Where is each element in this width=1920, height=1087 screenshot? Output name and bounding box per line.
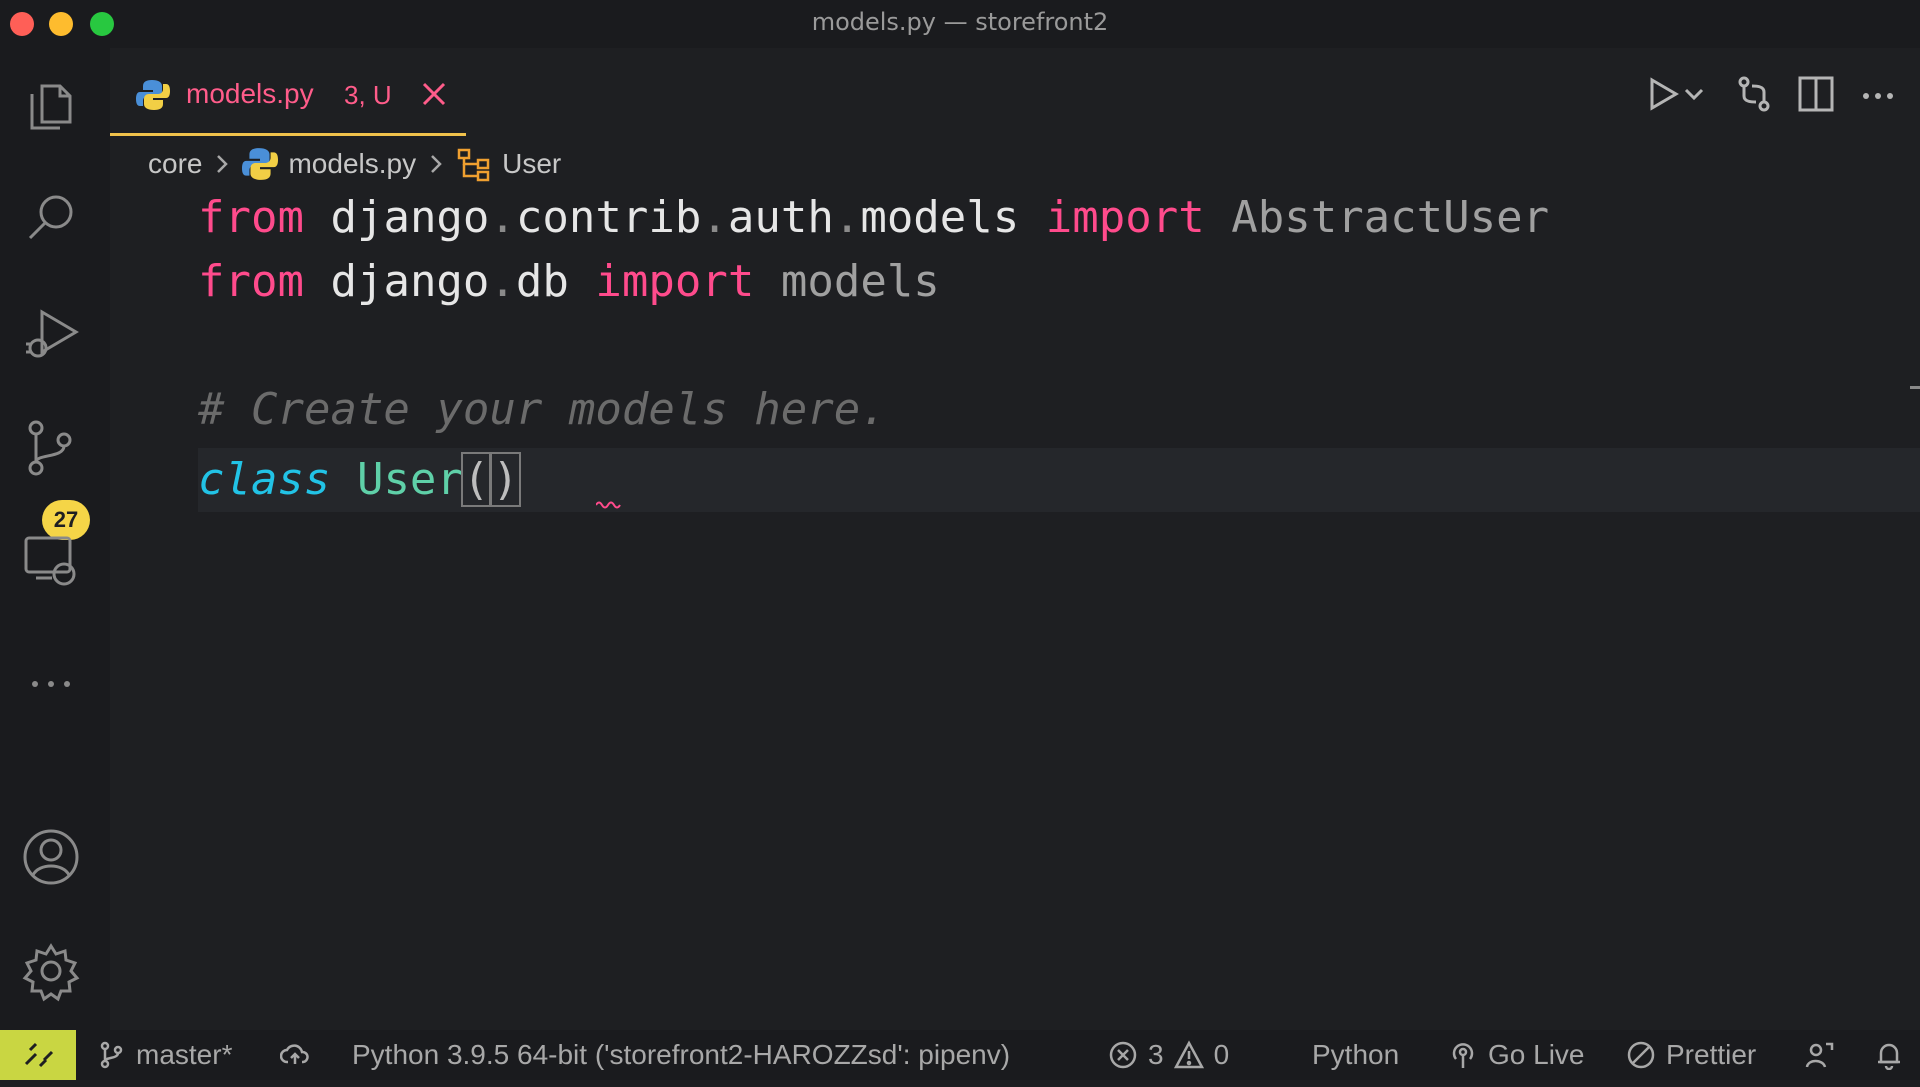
prettier-status[interactable]: Prettier — [1626, 1038, 1756, 1072]
git-branch-icon — [100, 1041, 123, 1069]
branch-status[interactable]: master* — [96, 1038, 232, 1072]
notifications-bell-icon[interactable] — [1874, 1038, 1904, 1072]
class-symbol-icon — [457, 148, 490, 182]
run-python-file-icon[interactable] — [1640, 72, 1684, 116]
chevron-right-icon — [217, 155, 229, 173]
run-dropdown-chevron-icon[interactable] — [1680, 72, 1708, 116]
breadcrumb-symbol[interactable]: User — [502, 148, 561, 180]
python-file-icon — [136, 80, 170, 110]
overview-ruler-mark — [1910, 386, 1920, 389]
broadcast-icon — [1452, 1043, 1474, 1068]
tab-models-py[interactable]: models.py 3, U — [110, 48, 466, 136]
chevron-right-icon — [431, 155, 442, 173]
branch-name: master* — [136, 1039, 233, 1070]
problems-status[interactable]: 3 0 — [1108, 1038, 1229, 1072]
activity-bar: 27 — [0, 48, 110, 1030]
feedback-icon[interactable] — [1804, 1038, 1834, 1072]
window-title: models.py — storefront2 — [811, 8, 1109, 36]
python-interpreter-status[interactable]: Python 3.9.5 64-bit ('storefront2-HAROZZ… — [352, 1038, 1010, 1072]
breadcrumb-file[interactable]: models.py — [288, 148, 416, 180]
error-count: 3 — [1148, 1039, 1164, 1070]
status-bar: master* Python 3.9.5 64-bit ('storefront… — [0, 1030, 1920, 1080]
python-file-icon — [242, 148, 279, 180]
source-control-icon[interactable] — [18, 414, 84, 480]
remote-indicator-icon[interactable] — [0, 1030, 76, 1080]
sync-status[interactable] — [280, 1038, 310, 1072]
close-tab-icon[interactable] — [418, 78, 450, 110]
warning-icon — [1173, 1040, 1204, 1069]
editor-actions — [1640, 72, 1920, 120]
language-mode-status[interactable]: Python — [1312, 1038, 1399, 1072]
tab-filename: models.py — [186, 78, 314, 109]
tab-status-badge: 3, U — [344, 80, 392, 110]
cloud-upload-icon — [280, 1044, 309, 1064]
breadcrumb-folder[interactable]: core — [148, 148, 202, 180]
code-editor[interactable]: from django.contrib.auth.models import A… — [110, 186, 1920, 1030]
explorer-icon[interactable] — [18, 72, 84, 138]
warning-count: 0 — [1213, 1039, 1230, 1070]
code-line-4[interactable]: # Create your models here. — [198, 378, 887, 442]
code-line-1[interactable]: from django.contrib.auth.models import A… — [198, 186, 1549, 250]
split-editor-icon[interactable] — [1794, 72, 1838, 116]
more-views-icon[interactable] — [18, 648, 84, 714]
remote-explorer-icon[interactable] — [18, 528, 84, 594]
accounts-icon[interactable] — [18, 824, 84, 890]
go-live-status[interactable]: Go Live — [1448, 1038, 1585, 1072]
error-squiggle — [596, 501, 621, 509]
error-icon — [1109, 1041, 1137, 1069]
run-debug-icon[interactable] — [18, 300, 84, 366]
code-line-2[interactable]: from django.db import models — [198, 250, 940, 314]
more-actions-icon[interactable] — [1856, 72, 1900, 116]
search-icon[interactable] — [18, 186, 84, 252]
title-bar: models.py — storefront2 — [0, 0, 1920, 48]
prettier-disabled-icon — [1627, 1041, 1655, 1069]
open-changes-icon[interactable] — [1732, 72, 1776, 116]
code-line-5[interactable]: class User() — [198, 448, 521, 512]
tab-bar: models.py 3, U — [110, 48, 1920, 136]
breadcrumb: core models.py User — [148, 142, 561, 186]
settings-gear-icon[interactable] — [18, 938, 84, 1004]
